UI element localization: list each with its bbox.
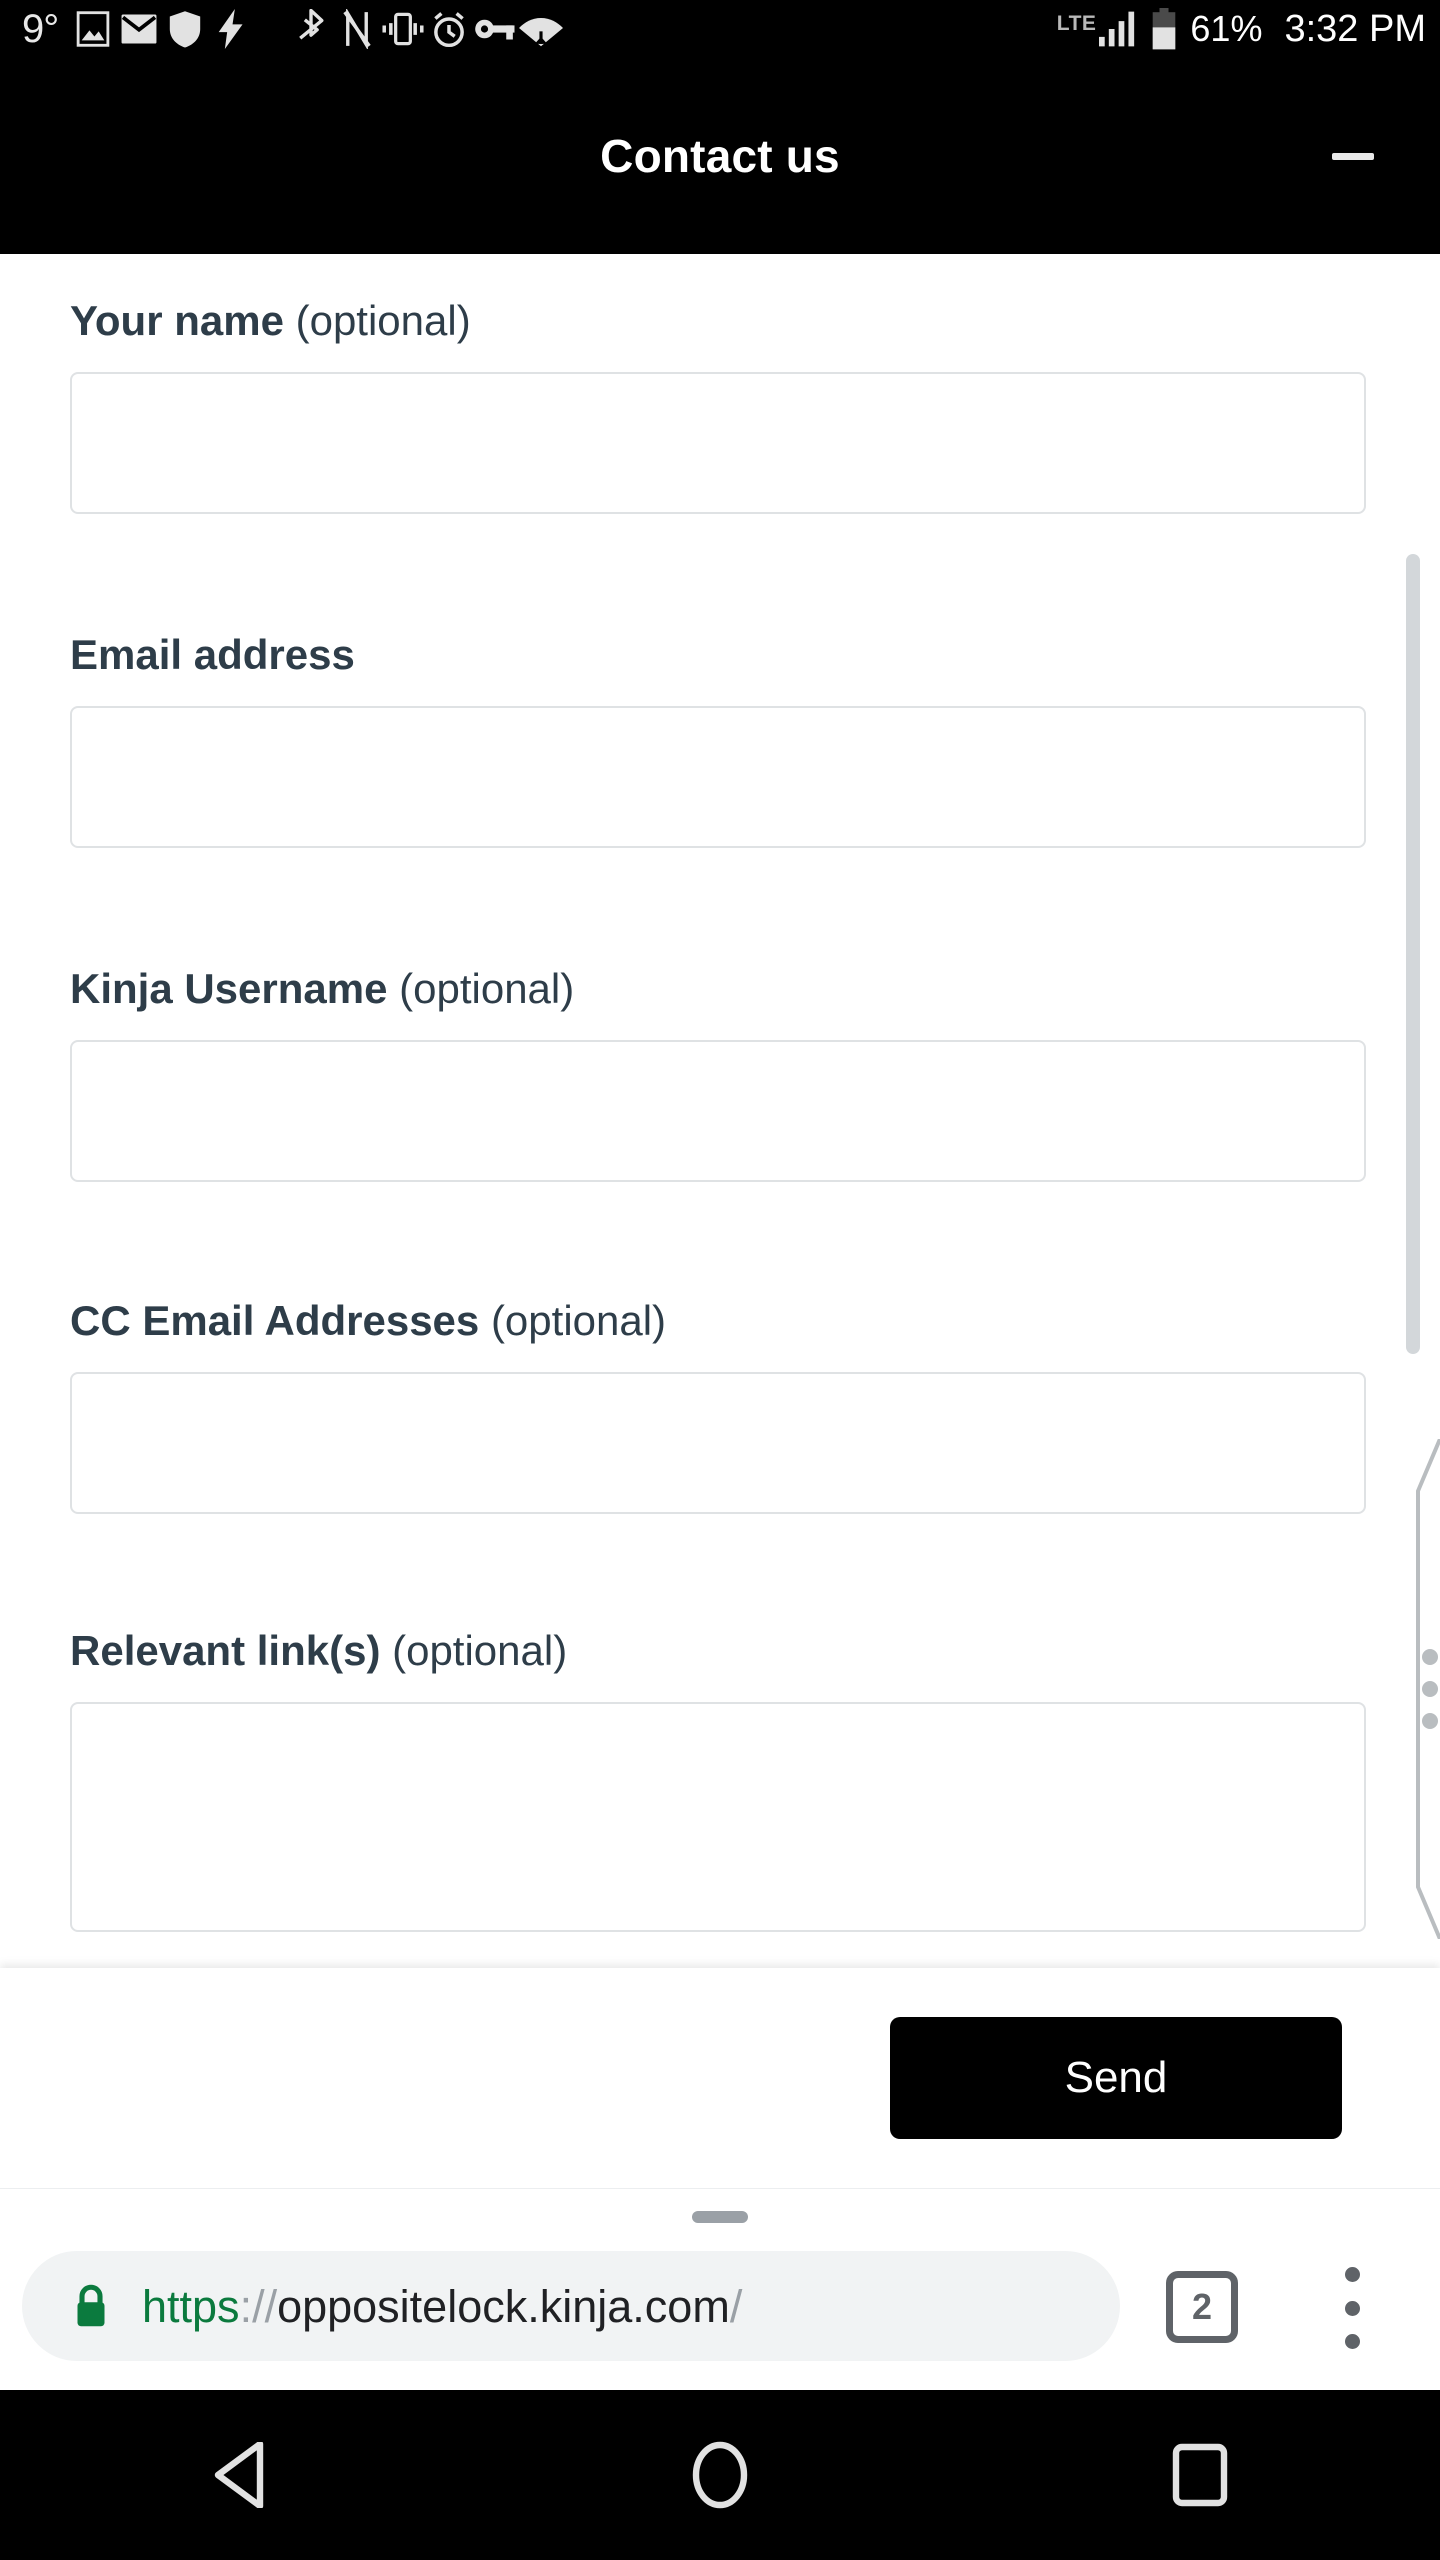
browser-chrome: https://oppositelock.kinja.com/ 2 bbox=[0, 2188, 1440, 2390]
side-drag-handle[interactable] bbox=[1394, 1439, 1440, 1939]
battery-percent-label: 61% bbox=[1190, 8, 1263, 49]
bluetooth-icon bbox=[288, 6, 334, 52]
status-bar-left: 9° bbox=[22, 6, 1057, 52]
nav-back-button[interactable] bbox=[0, 2390, 480, 2560]
minimize-icon bbox=[1332, 152, 1374, 160]
field-label-email-address: Email address bbox=[70, 631, 355, 678]
url-host: oppositelock.kinja.com bbox=[277, 2280, 730, 2332]
nav-home-button[interactable] bbox=[480, 2390, 960, 2560]
vpn-key-icon bbox=[472, 6, 518, 52]
alarm-icon bbox=[426, 6, 472, 52]
url-bar[interactable]: https://oppositelock.kinja.com/ bbox=[22, 2251, 1120, 2361]
tab-switcher-button[interactable]: 2 bbox=[1166, 2271, 1238, 2343]
page-title: Contact us bbox=[600, 130, 840, 182]
minimize-button[interactable] bbox=[1318, 121, 1388, 191]
phone-screen: 9° LTE 61% 3:32 PM Contact us Your name … bbox=[0, 0, 1440, 2560]
photo-icon bbox=[70, 6, 116, 52]
form-footer: Send bbox=[0, 1968, 1440, 2188]
modal-header: Contact us bbox=[0, 58, 1440, 254]
nfc-icon bbox=[334, 6, 380, 52]
scrollbar-thumb[interactable] bbox=[1406, 554, 1420, 1354]
field-email-address: Email address bbox=[70, 631, 1366, 849]
status-bar-right: LTE 61% 3:32 PM bbox=[1057, 6, 1426, 52]
battery-icon bbox=[1144, 6, 1184, 52]
bottom-sheet-drag-pill[interactable] bbox=[692, 2211, 748, 2223]
nav-recents-button[interactable] bbox=[960, 2390, 1440, 2560]
input-your-name[interactable] bbox=[70, 372, 1366, 515]
signal-bars-icon bbox=[1092, 6, 1144, 52]
input-email-address[interactable] bbox=[70, 706, 1366, 849]
input-kinja-username[interactable] bbox=[70, 1040, 1366, 1183]
clock-label: 3:32 PM bbox=[1284, 7, 1426, 50]
field-cc-email-addresses: CC Email Addresses (optional) bbox=[70, 1297, 1366, 1515]
field-label-relevant-links: Relevant link(s) (optional) bbox=[70, 1627, 568, 1674]
input-cc-email-addresses[interactable] bbox=[70, 1372, 1366, 1515]
vibrate-icon bbox=[380, 6, 426, 52]
url-scheme: https bbox=[142, 2280, 240, 2332]
field-your-name: Your name (optional) bbox=[70, 297, 1366, 515]
temperature-indicator: 9° bbox=[22, 6, 59, 51]
field-label-kinja-username: Kinja Username (optional) bbox=[70, 965, 575, 1012]
url-text: https://oppositelock.kinja.com/ bbox=[142, 2284, 742, 2329]
field-label-cc-email-addresses: CC Email Addresses (optional) bbox=[70, 1297, 667, 1344]
email-icon bbox=[116, 6, 162, 52]
url-path: / bbox=[729, 2280, 743, 2332]
shield-icon bbox=[162, 6, 208, 52]
url-separator: :// bbox=[239, 2280, 278, 2332]
field-relevant-links: Relevant link(s) (optional) bbox=[70, 1627, 1366, 1933]
field-kinja-username: Kinja Username (optional) bbox=[70, 965, 1366, 1183]
bolt-icon bbox=[208, 6, 254, 52]
form-scrollbar[interactable] bbox=[1406, 554, 1420, 1354]
status-bar: 9° LTE 61% 3:32 PM bbox=[0, 0, 1440, 58]
overflow-menu-icon[interactable] bbox=[1322, 2267, 1382, 2349]
contact-form: Your name (optional) Email address Kinja… bbox=[0, 254, 1440, 1968]
field-label-your-name: Your name (optional) bbox=[70, 297, 471, 344]
wifi-icon bbox=[518, 6, 564, 52]
network-type-label: LTE bbox=[1056, 12, 1097, 35]
android-navigation-bar bbox=[0, 2390, 1440, 2560]
input-relevant-links[interactable] bbox=[70, 1702, 1366, 1933]
secure-lock-icon[interactable] bbox=[70, 2282, 112, 2330]
send-button[interactable]: Send bbox=[890, 2017, 1342, 2139]
